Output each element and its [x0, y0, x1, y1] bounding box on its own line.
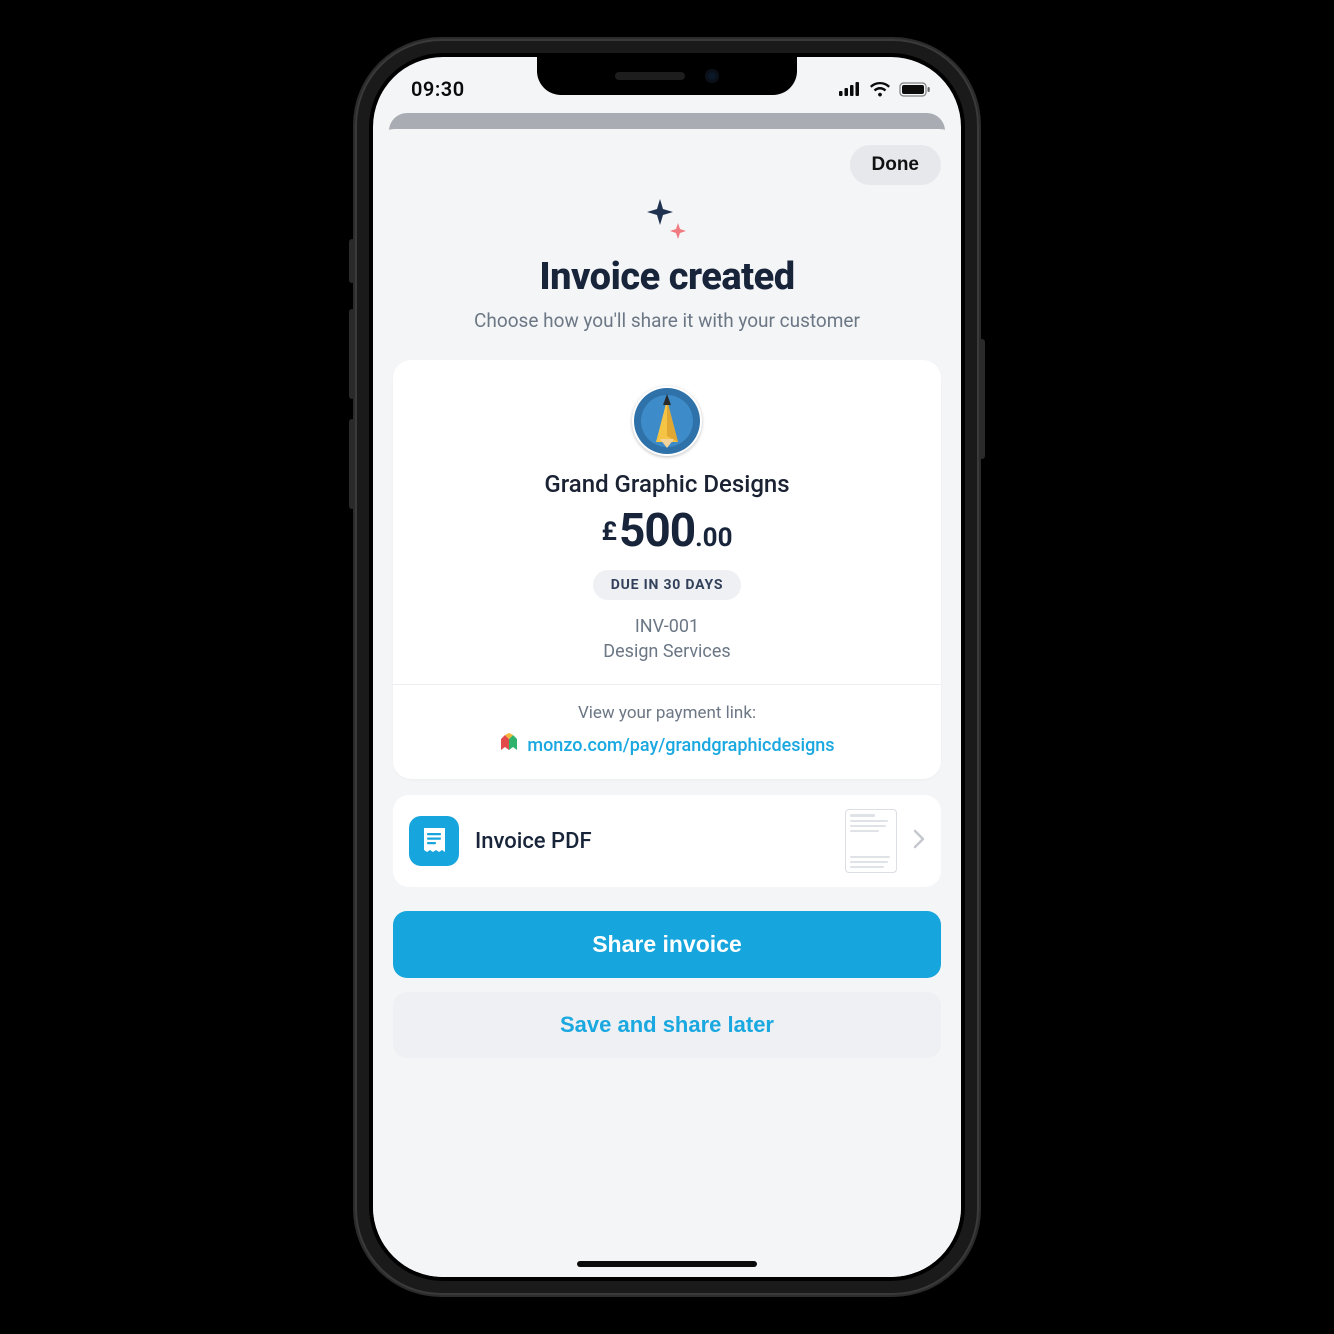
modal-sheet: Done Invoice created Choose how you'll s… [373, 129, 961, 1277]
done-button[interactable]: Done [850, 145, 942, 185]
payment-link-label: View your payment link: [415, 703, 919, 723]
invoice-summary-card: Grand Graphic Designs £500.00 DUE IN 30 … [393, 360, 941, 779]
payment-link[interactable]: monzo.com/pay/grandgraphicdesigns [527, 735, 834, 756]
invoice-pdf-label: Invoice PDF [475, 829, 829, 854]
cellular-icon [839, 82, 861, 96]
save-share-later-button[interactable]: Save and share later [393, 992, 941, 1058]
due-badge: DUE IN 30 DAYS [593, 570, 742, 600]
phone-frame: 09:30 [355, 39, 979, 1295]
amount-major: 500 [619, 504, 695, 558]
invoice-pdf-row[interactable]: Invoice PDF [393, 795, 941, 887]
phone-side-switch [349, 239, 355, 283]
amount-minor: 00 [703, 523, 733, 553]
monzo-logo-icon [499, 733, 519, 757]
phone-screen: 09:30 [373, 57, 961, 1277]
phone-volume-up [349, 309, 355, 399]
chevron-right-icon [913, 829, 925, 853]
wifi-icon [869, 81, 891, 97]
share-invoice-button[interactable]: Share invoice [393, 911, 941, 978]
divider [393, 684, 941, 685]
page-title: Invoice created [393, 255, 941, 299]
customer-avatar [632, 386, 702, 456]
home-indicator[interactable] [577, 1261, 757, 1267]
status-indicators [839, 81, 931, 97]
invoice-description: Design Services [415, 641, 919, 662]
phone-notch [537, 57, 797, 95]
invoice-amount: £500.00 [415, 504, 919, 558]
phone-power-button [979, 339, 985, 459]
page-subtitle: Choose how you'll share it with your cus… [393, 309, 941, 332]
sparkle-decoration [393, 197, 941, 249]
status-time: 09:30 [411, 77, 465, 101]
receipt-icon [409, 816, 459, 866]
pdf-thumbnail-icon [845, 809, 897, 873]
currency-symbol: £ [601, 517, 616, 547]
invoice-number: INV-001 [415, 616, 919, 637]
phone-volume-down [349, 419, 355, 509]
customer-name: Grand Graphic Designs [415, 470, 919, 498]
battery-icon [899, 82, 931, 97]
